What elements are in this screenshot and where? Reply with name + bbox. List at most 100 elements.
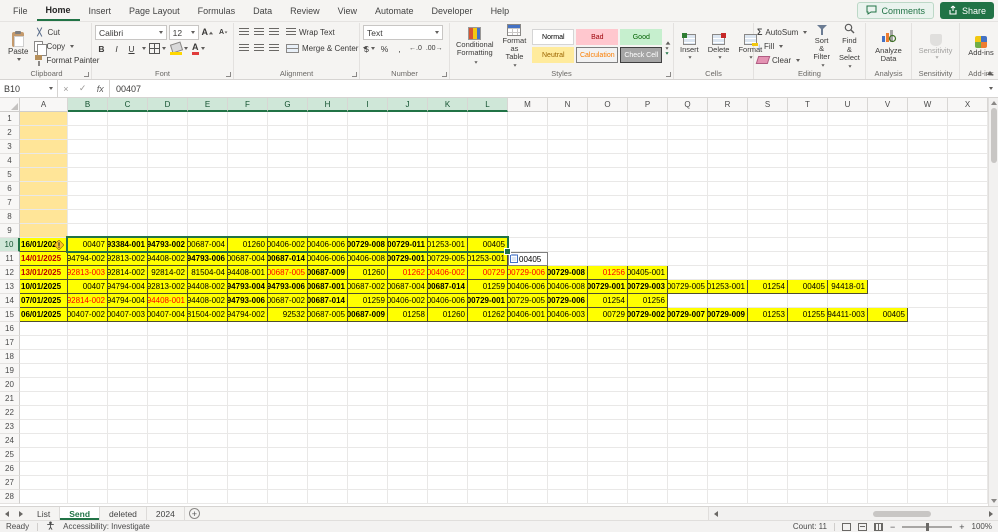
grid-cell-H20[interactable] xyxy=(308,378,348,392)
cell-style-neutral[interactable]: Neutral xyxy=(532,47,575,63)
grid-cell-H10[interactable]: 00406-006 xyxy=(308,238,348,252)
grid-cell-X2[interactable] xyxy=(948,126,988,140)
grid-cell-S16[interactable] xyxy=(748,322,788,336)
grid-cell-R11[interactable] xyxy=(708,252,748,266)
grid-cell-Q4[interactable] xyxy=(668,154,708,168)
grid-cell-U22[interactable] xyxy=(828,406,868,420)
grid-cell-L24[interactable] xyxy=(468,434,508,448)
grid-cell-J16[interactable] xyxy=(388,322,428,336)
grid-cell-V27[interactable] xyxy=(868,476,908,490)
align-center-button[interactable] xyxy=(252,42,265,55)
row-header-21[interactable]: 21 xyxy=(0,392,20,406)
grid-cell-N18[interactable] xyxy=(548,350,588,364)
grid-cell-J26[interactable] xyxy=(388,462,428,476)
grid-cell-A26[interactable] xyxy=(20,462,68,476)
decrease-decimal-button[interactable]: .00→ xyxy=(425,42,444,55)
sheet-nav-left-icon[interactable] xyxy=(0,507,14,520)
grid-cell-T14[interactable] xyxy=(788,294,828,308)
grid-cell-W20[interactable] xyxy=(908,378,948,392)
grid-cell-X24[interactable] xyxy=(948,434,988,448)
delete-cells-button[interactable]: Delete xyxy=(705,25,733,68)
grid-cell-J11[interactable]: 00729-001 xyxy=(388,252,428,266)
grid-cell-K27[interactable] xyxy=(428,476,468,490)
grid-cell-S27[interactable] xyxy=(748,476,788,490)
grid-cell-O15[interactable]: 00729 xyxy=(588,308,628,322)
grid-cell-D3[interactable] xyxy=(148,140,188,154)
grid-cell-W13[interactable] xyxy=(908,280,948,294)
grid-cell-M15[interactable]: 00406-001 xyxy=(508,308,548,322)
percent-style-button[interactable]: % xyxy=(378,42,391,55)
grid-cell-W28[interactable] xyxy=(908,490,948,504)
grid-cell-J2[interactable] xyxy=(388,126,428,140)
grid-cell-T3[interactable] xyxy=(788,140,828,154)
grid-cell-K17[interactable] xyxy=(428,336,468,350)
row-header-11[interactable]: 11 xyxy=(0,252,20,266)
align-middle-button[interactable] xyxy=(252,26,265,39)
grid-cell-I6[interactable] xyxy=(348,182,388,196)
grid-cell-B22[interactable] xyxy=(68,406,108,420)
grid-cell-F21[interactable] xyxy=(228,392,268,406)
grid-cell-D27[interactable] xyxy=(148,476,188,490)
paste-button[interactable]: Paste xyxy=(5,25,31,68)
ribbon-tab-insert[interactable]: Insert xyxy=(80,0,121,21)
grid-cell-R14[interactable] xyxy=(708,294,748,308)
share-button[interactable]: Share xyxy=(939,2,994,19)
grid-cell-K21[interactable] xyxy=(428,392,468,406)
grid-cell-L16[interactable] xyxy=(468,322,508,336)
grid-cell-X15[interactable] xyxy=(948,308,988,322)
column-header-W[interactable]: W xyxy=(908,98,948,112)
formula-bar-expand[interactable] xyxy=(982,80,998,97)
grid-cell-G6[interactable] xyxy=(268,182,308,196)
grid-cell-T26[interactable] xyxy=(788,462,828,476)
grid-cell-S12[interactable] xyxy=(748,266,788,280)
grid-cell-W11[interactable] xyxy=(908,252,948,266)
grid-cell-S21[interactable] xyxy=(748,392,788,406)
grid-cell-K14[interactable]: 00406-006 xyxy=(428,294,468,308)
grid-cell-B28[interactable] xyxy=(68,490,108,504)
grid-cell-P18[interactable] xyxy=(628,350,668,364)
grid-cell-R24[interactable] xyxy=(708,434,748,448)
grid-cell-O10[interactable] xyxy=(588,238,628,252)
grid-cell-J4[interactable] xyxy=(388,154,428,168)
grid-cell-N10[interactable] xyxy=(548,238,588,252)
grid-cell-T24[interactable] xyxy=(788,434,828,448)
grid-cell-L11[interactable]: 01253-001 xyxy=(468,252,508,266)
grid-cell-U15[interactable]: 94411-003 xyxy=(828,308,868,322)
grid-cell-H4[interactable] xyxy=(308,154,348,168)
row-header-28[interactable]: 28 xyxy=(0,490,20,504)
grid-cell-U1[interactable] xyxy=(828,112,868,126)
grid-cell-X3[interactable] xyxy=(948,140,988,154)
grid-cell-V25[interactable] xyxy=(868,448,908,462)
column-header-Q[interactable]: Q xyxy=(668,98,708,112)
grid-cell-X20[interactable] xyxy=(948,378,988,392)
wrap-text-button[interactable]: Wrap Text xyxy=(286,25,335,39)
name-box[interactable]: B10 xyxy=(0,80,58,97)
grid-cell-A16[interactable] xyxy=(20,322,68,336)
cell-style-check-cell[interactable]: Check Cell xyxy=(620,47,663,63)
grid-cell-F20[interactable] xyxy=(228,378,268,392)
grid-cell-D16[interactable] xyxy=(148,322,188,336)
grid-cell-A5[interactable] xyxy=(20,168,68,182)
grid-cell-W12[interactable] xyxy=(908,266,948,280)
grid-cell-S2[interactable] xyxy=(748,126,788,140)
grid-cell-O17[interactable] xyxy=(588,336,628,350)
grid-cell-D23[interactable] xyxy=(148,420,188,434)
ribbon-tab-developer[interactable]: Developer xyxy=(423,0,482,21)
grid-cell-A12[interactable]: 13/01/2025 xyxy=(20,266,68,280)
grid-cell-X19[interactable] xyxy=(948,364,988,378)
grid-cell-C19[interactable] xyxy=(108,364,148,378)
grid-cell-P28[interactable] xyxy=(628,490,668,504)
gallery-more-icon[interactable] xyxy=(665,51,669,55)
grid-cell-R23[interactable] xyxy=(708,420,748,434)
grid-cell-C27[interactable] xyxy=(108,476,148,490)
grid-cell-B23[interactable] xyxy=(68,420,108,434)
ribbon-tab-formulas[interactable]: Formulas xyxy=(189,0,245,21)
grid-cell-O5[interactable] xyxy=(588,168,628,182)
grid-cell-U21[interactable] xyxy=(828,392,868,406)
grid-cell-G15[interactable]: 92532 xyxy=(268,308,308,322)
grid-cell-K25[interactable] xyxy=(428,448,468,462)
grid-cell-D7[interactable] xyxy=(148,196,188,210)
grid-cell-X27[interactable] xyxy=(948,476,988,490)
grid-cell-T20[interactable] xyxy=(788,378,828,392)
grid-cell-X8[interactable] xyxy=(948,210,988,224)
